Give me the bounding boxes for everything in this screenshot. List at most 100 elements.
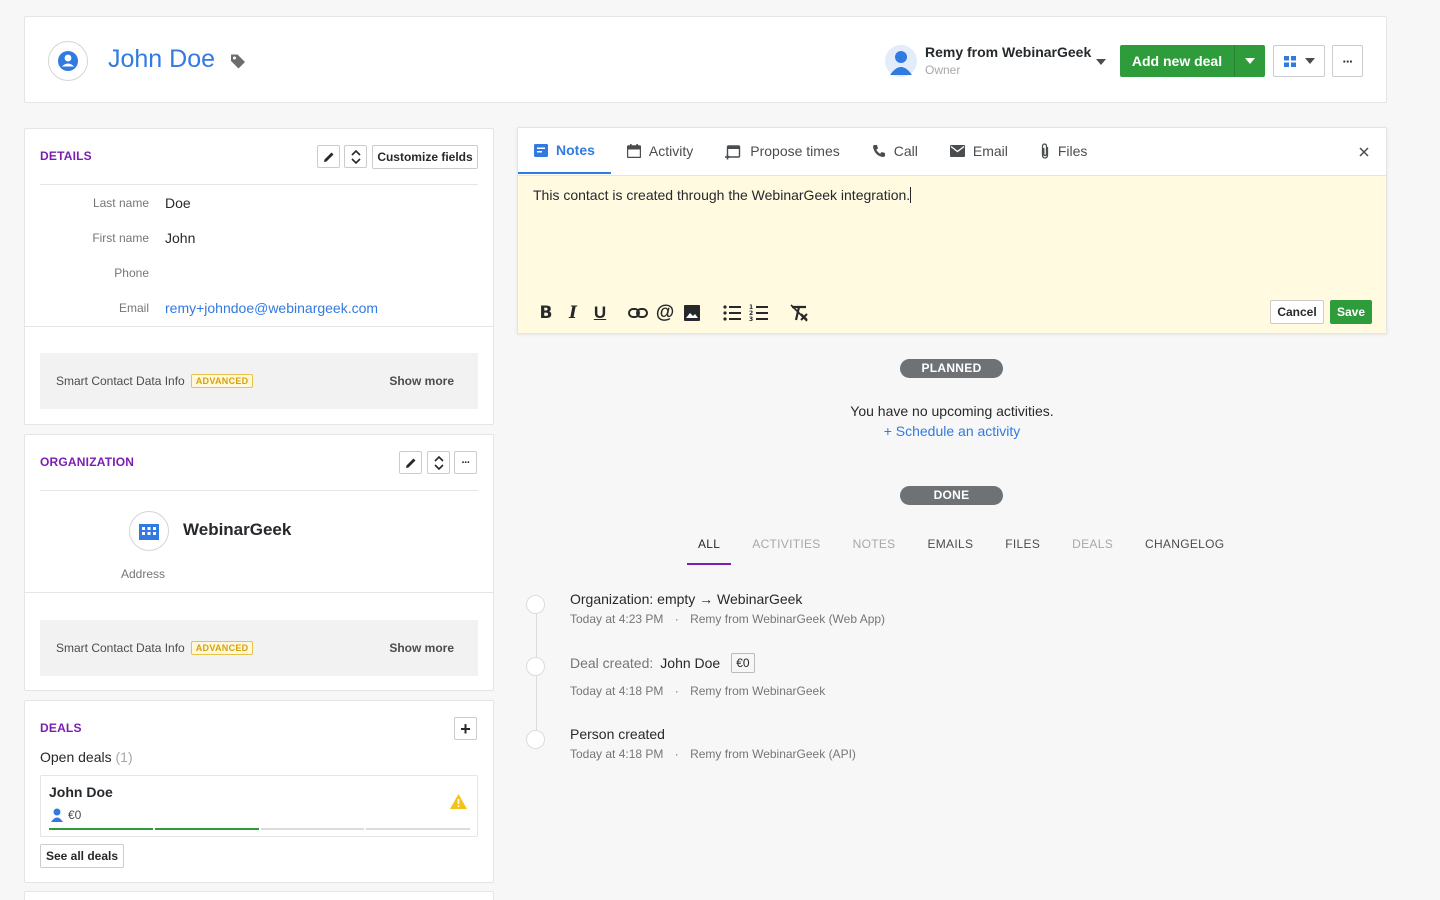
numbered-list-icon[interactable]: 123 xyxy=(748,302,770,324)
calendar-icon xyxy=(626,144,641,158)
bold-icon[interactable]: B xyxy=(535,302,557,324)
schedule-activity-link[interactable]: + Schedule an activity xyxy=(802,423,1102,439)
filter-notes[interactable]: NOTES xyxy=(853,537,896,565)
organization-name[interactable]: WebinarGeek xyxy=(183,520,291,540)
link-icon[interactable] xyxy=(627,302,649,324)
underline-icon[interactable]: U xyxy=(589,302,611,324)
add-deal-dropdown-button[interactable] xyxy=(1234,45,1265,77)
filter-activities[interactable]: ACTIVITIES xyxy=(752,537,820,565)
field-first-name: First name John xyxy=(40,228,195,248)
paperclip-icon xyxy=(1041,143,1049,159)
tab-call[interactable]: Call xyxy=(856,128,934,174)
filter-changelog[interactable]: CHANGELOG xyxy=(1145,537,1224,565)
field-value[interactable]: Doe xyxy=(165,195,191,211)
done-pill: DONE xyxy=(900,486,1003,505)
deal-created-link[interactable]: John Doe xyxy=(660,655,720,671)
text-cursor xyxy=(910,187,912,203)
tag-icon[interactable] xyxy=(230,53,246,69)
meta-separator: · xyxy=(674,684,679,698)
person-header: John Doe Remy from WebinarGeek Owner Add… xyxy=(24,16,1387,103)
reorder-organization-button[interactable] xyxy=(427,451,450,474)
save-button[interactable]: Save xyxy=(1330,300,1372,324)
reorder-details-button[interactable] xyxy=(344,145,367,168)
tab-activity[interactable]: Activity xyxy=(611,128,709,174)
field-label: Last name xyxy=(92,196,149,210)
svg-text:3: 3 xyxy=(749,316,753,323)
note-text[interactable]: This contact is created through the Webi… xyxy=(533,187,912,203)
divider xyxy=(40,184,478,185)
field-label: Email xyxy=(118,301,149,315)
smart-contact-info: Smart Contact Data Info ADVANCED Show mo… xyxy=(40,353,478,409)
building-icon xyxy=(139,524,159,540)
add-deal-button-group: Add new deal xyxy=(1120,45,1265,77)
deals-card: DEALS + Open deals (1) John Doe €0 See a… xyxy=(24,700,494,883)
history-item-meta: Today at 4:18 PM · Remy from WebinarGeek… xyxy=(570,747,856,761)
warning-icon[interactable] xyxy=(450,794,467,809)
divider xyxy=(25,326,493,327)
deal-name[interactable]: John Doe xyxy=(49,784,113,800)
add-new-deal-button[interactable]: Add new deal xyxy=(1120,45,1234,77)
edit-organization-button[interactable] xyxy=(399,451,422,474)
tab-label: Files xyxy=(1057,143,1088,159)
smart-info-label: Smart Contact Data Info xyxy=(56,641,185,655)
tab-label: Propose times xyxy=(750,143,840,159)
person-avatar xyxy=(48,41,88,81)
history-item-title: Person created xyxy=(570,726,665,742)
smart-info-label: Smart Contact Data Info xyxy=(56,374,185,388)
person-name[interactable]: John Doe xyxy=(108,45,215,74)
see-all-deals-button[interactable]: See all deals xyxy=(40,844,124,868)
filter-deals[interactable]: DEALS xyxy=(1072,537,1113,565)
organization-more-button[interactable]: ··· xyxy=(454,451,477,474)
filter-emails[interactable]: EMAILS xyxy=(927,537,973,565)
customize-fields-button[interactable]: Customize fields xyxy=(372,145,478,169)
clear-formatting-icon[interactable] xyxy=(788,302,810,324)
history-item-title: Organization: empty → WebinarGeek xyxy=(570,591,803,607)
note-body[interactable]: This contact is created through the Webi… xyxy=(518,175,1386,333)
owner-dropdown-icon[interactable] xyxy=(1096,59,1106,65)
tab-label: Activity xyxy=(648,143,694,159)
deal-value-badge: €0 xyxy=(731,653,755,673)
history-item-deal: Deal created: John Doe €0 xyxy=(570,653,755,673)
italic-icon[interactable]: I xyxy=(562,302,584,324)
history-item-time: Today at 4:18 PM xyxy=(570,747,664,761)
divider xyxy=(40,490,478,491)
pencil-icon xyxy=(323,152,333,162)
filter-files[interactable]: FILES xyxy=(1005,537,1040,565)
advanced-badge: ADVANCED xyxy=(190,641,254,655)
organization-section-title: ORGANIZATION xyxy=(40,455,135,469)
add-deal-plus-button[interactable]: + xyxy=(454,717,477,740)
bullet-list-icon[interactable] xyxy=(721,302,743,324)
email-link[interactable]: remy+johndoe@webinargeek.com xyxy=(165,300,378,316)
edit-details-button[interactable] xyxy=(317,145,340,168)
note-icon xyxy=(534,143,548,157)
stage-segment xyxy=(49,828,153,830)
timeline-dot xyxy=(526,657,545,676)
show-more-link[interactable]: Show more xyxy=(389,641,454,655)
layout-switch-button[interactable] xyxy=(1273,45,1325,77)
deal-item[interactable]: John Doe €0 xyxy=(40,775,478,837)
tab-notes[interactable]: Notes xyxy=(518,128,611,174)
cancel-button[interactable]: Cancel xyxy=(1270,300,1324,324)
address-label: Address xyxy=(121,567,166,581)
deal-stage-progress xyxy=(49,828,470,830)
owner-avatar-icon xyxy=(885,45,917,77)
image-icon[interactable] xyxy=(681,302,703,324)
more-actions-button[interactable]: ··· xyxy=(1332,45,1363,77)
chevron-down-icon xyxy=(1245,58,1255,64)
expand-collapse-icon xyxy=(350,149,361,164)
history-item-source: Remy from WebinarGeek (Web App) xyxy=(690,612,886,626)
mention-icon[interactable]: @ xyxy=(654,302,676,324)
show-more-link[interactable]: Show more xyxy=(389,374,454,388)
owner-selector[interactable]: Remy from WebinarGeek Owner xyxy=(885,43,1110,79)
format-toolbar: B I U @ 123 xyxy=(535,302,810,324)
field-value[interactable]: John xyxy=(165,230,195,246)
meta-separator: · xyxy=(674,747,679,761)
note-text-content: This contact is created through the Webi… xyxy=(533,187,911,203)
filter-all[interactable]: ALL xyxy=(687,537,732,565)
details-card: DETAILS Customize fields Last name Doe F… xyxy=(24,128,494,425)
history-item-source: Remy from WebinarGeek xyxy=(690,684,826,698)
tab-files[interactable]: Files xyxy=(1024,128,1104,174)
tab-propose-times[interactable]: Propose times xyxy=(709,128,855,174)
close-icon[interactable] xyxy=(1359,147,1369,157)
tab-email[interactable]: Email xyxy=(934,128,1024,174)
